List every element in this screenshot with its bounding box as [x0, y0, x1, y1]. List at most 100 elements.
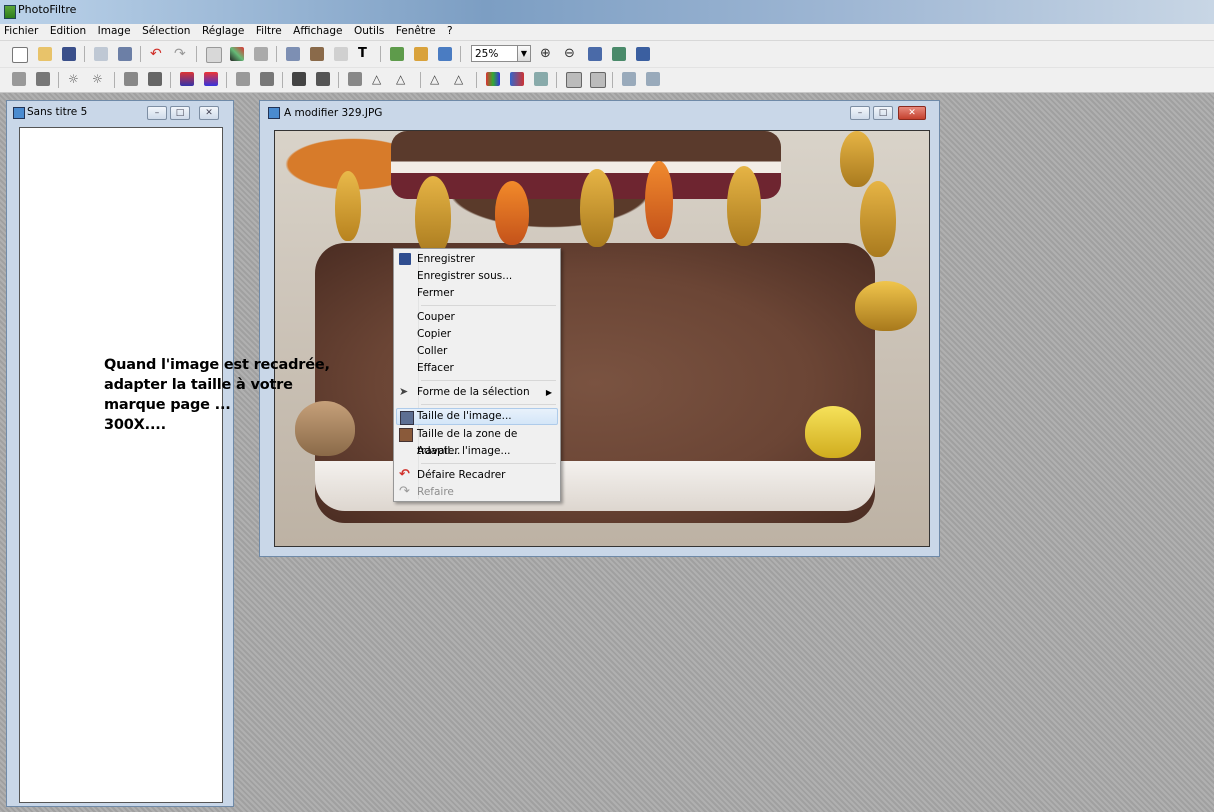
image-size-icon [400, 411, 414, 425]
menu-item-couper[interactable]: Couper [396, 309, 558, 326]
save-icon[interactable] [62, 47, 76, 61]
menu-item-fermer[interactable]: Fermer [396, 285, 558, 302]
rotate-right-icon[interactable] [646, 72, 660, 86]
menu-item-coller[interactable]: Coller [396, 343, 558, 360]
gold-egg-shape [855, 281, 917, 331]
window-title: A modifier 329.JPG [284, 107, 383, 119]
sepia-icon[interactable] [316, 72, 330, 86]
menu-image[interactable]: Image [94, 24, 135, 37]
auto-contrast-icon[interactable] [36, 72, 50, 86]
emboss-icon[interactable]: △ [454, 72, 468, 86]
maximize-button[interactable]: □ [170, 106, 190, 120]
menu-separator [421, 404, 556, 405]
canvas-size-icon[interactable] [310, 47, 324, 61]
menu-separator [421, 380, 556, 381]
gradient-icon[interactable] [534, 72, 548, 86]
menu-item-enregistrer-sous[interactable]: Enregistrer sous... [396, 268, 558, 285]
auto-levels-icon[interactable] [12, 72, 26, 86]
fullscreen-icon[interactable] [636, 47, 650, 61]
text-tool-icon[interactable]: T [358, 47, 372, 61]
app-title-bar: PhotoFiltre [0, 0, 1214, 24]
color-balance-icon[interactable] [486, 72, 500, 86]
menu-affichage[interactable]: Affichage [289, 24, 346, 37]
menu-fenetre[interactable]: Fenêtre [392, 24, 440, 37]
submenu-arrow-icon: ▶ [545, 388, 552, 397]
zoom-select[interactable]: 25% [471, 45, 519, 62]
menu-item-adapter-image[interactable]: Adapter l'image... [396, 443, 558, 460]
foreground-color-icon[interactable] [206, 47, 222, 63]
caption-line: 300X.... [104, 417, 166, 433]
redo-icon: ↷ [399, 484, 410, 499]
browser-icon[interactable] [390, 47, 404, 61]
color-palette-icon[interactable] [230, 47, 244, 61]
sharpen-icon[interactable]: △ [396, 72, 410, 86]
zoom-out-icon[interactable]: ⊖ [564, 47, 578, 61]
menu-outils[interactable]: Outils [350, 24, 388, 37]
cake-photo[interactable] [274, 130, 930, 547]
gamma-down-icon[interactable] [236, 72, 250, 86]
flip-vertical-icon[interactable] [590, 72, 606, 88]
blank-canvas[interactable] [19, 127, 223, 803]
crop-icon[interactable] [334, 47, 348, 61]
caption-line: Quand l'image est recadrée, [104, 357, 330, 373]
saturation-up-icon[interactable] [204, 72, 218, 86]
open-folder-icon[interactable] [38, 47, 52, 61]
menu-help[interactable]: ? [443, 24, 457, 37]
menu-filtre[interactable]: Filtre [252, 24, 286, 37]
menu-item-taille-image[interactable]: Taille de l'image... [396, 408, 558, 425]
document-icon [268, 107, 280, 119]
mirror-icon[interactable] [348, 72, 362, 86]
main-toolbar: ↶ ↷ T ⊕ ⊖ [0, 41, 1214, 68]
menu-item-defaire-recadrer[interactable]: ↶ Défaire Recadrer [396, 467, 558, 484]
menu-item-effacer[interactable]: Effacer [396, 360, 558, 377]
soften-icon[interactable]: △ [430, 72, 444, 86]
gold-bunny-shape [727, 166, 761, 246]
grayscale-icon[interactable] [292, 72, 306, 86]
flip-horizontal-icon[interactable] [566, 72, 582, 88]
new-file-icon[interactable] [12, 47, 28, 63]
document-window-sans-titre[interactable]: Sans titre 5 – □ ✕ [6, 100, 234, 807]
image-size-icon[interactable] [286, 47, 300, 61]
hue-icon[interactable] [510, 72, 524, 86]
chevron-down-icon[interactable]: ▼ [517, 45, 531, 62]
menu-separator [421, 463, 556, 464]
maximize-button[interactable]: □ [873, 106, 893, 120]
brightness-down-icon[interactable]: ☼ [68, 72, 82, 86]
redo-icon[interactable]: ↷ [174, 47, 188, 61]
menu-reglage[interactable]: Réglage [198, 24, 248, 37]
window-icon[interactable] [438, 47, 452, 61]
blur-icon[interactable]: △ [372, 72, 386, 86]
actual-size-icon[interactable] [612, 47, 626, 61]
contrast-up-icon[interactable] [148, 72, 162, 86]
menu-item-refaire: ↷ Refaire [399, 484, 454, 499]
menu-item-copier[interactable]: Copier [396, 326, 558, 343]
menu-fichier[interactable]: Fichier [0, 24, 42, 37]
minimize-button[interactable]: – [147, 106, 167, 120]
menu-bar: Fichier Edition Image Sélection Réglage … [0, 24, 1214, 41]
print-icon[interactable] [94, 47, 108, 61]
rotate-left-icon[interactable] [622, 72, 636, 86]
fit-window-icon[interactable] [588, 47, 602, 61]
gamma-up-icon[interactable] [260, 72, 274, 86]
close-button[interactable]: ✕ [199, 106, 219, 120]
brightness-up-icon[interactable]: ☼ [92, 72, 106, 86]
menu-edition[interactable]: Edition [46, 24, 90, 37]
zoom-in-icon[interactable]: ⊕ [540, 47, 554, 61]
close-button[interactable]: ✕ [898, 106, 926, 120]
contrast-down-icon[interactable] [124, 72, 138, 86]
menu-item-taille-zone-travail[interactable]: Taille de la zone de travail... [396, 426, 558, 457]
scan-icon[interactable] [118, 47, 132, 61]
transparency-icon[interactable] [254, 47, 268, 61]
document-window-image[interactable]: A modifier 329.JPG – □ ✕ [259, 100, 940, 557]
menu-selection[interactable]: Sélection [138, 24, 194, 37]
minimize-button[interactable]: – [850, 106, 870, 120]
photofiltre-logo-icon [4, 5, 16, 19]
saturation-down-icon[interactable] [180, 72, 194, 86]
plugin-icon[interactable] [414, 47, 428, 61]
menu-item-enregistrer[interactable]: Enregistrer [396, 251, 558, 268]
document-icon [13, 107, 25, 119]
canvas-size-icon [399, 428, 413, 442]
menu-item-forme-selection[interactable]: ➤ Forme de la sélection ▶ [396, 384, 558, 401]
gold-bunny-shape [860, 181, 896, 257]
undo-icon[interactable]: ↶ [150, 47, 164, 61]
